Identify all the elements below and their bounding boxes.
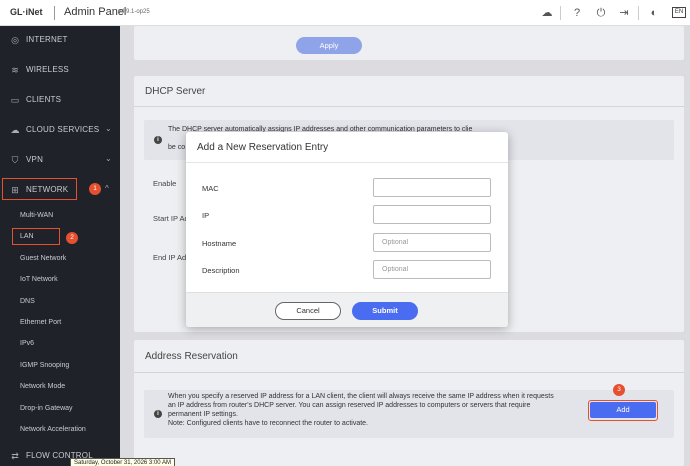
sidebar: ◎ INTERNET ≋ WIRELESS ▭ CLIENTS ☁ CLOUD …	[0, 26, 120, 466]
submit-button[interactable]: Submit	[352, 302, 418, 320]
wifi-icon: ≋	[11, 65, 19, 75]
sidebar-subitem-multi-wan[interactable]: Multi-WAN	[20, 212, 53, 219]
globe-icon: ◎	[11, 35, 19, 45]
add-reservation-button[interactable]: Add	[590, 402, 656, 418]
flow-control-icon: ⇄	[11, 451, 19, 461]
title-separator	[54, 6, 55, 20]
cloud-icon: ☁	[10, 125, 20, 135]
toolbar-separator	[560, 6, 561, 20]
sidebar-item-wireless[interactable]: ≋ WIRELESS	[0, 56, 120, 84]
description-label: Description	[202, 266, 240, 275]
step-badge-1: 1	[89, 183, 101, 195]
clock-tooltip: Saturday, October 31, 2026 3:00 AM	[70, 458, 175, 466]
info-icon: i	[154, 136, 162, 144]
sidebar-subitem-guest-network[interactable]: Guest Network	[20, 255, 66, 262]
enable-label: Enable	[153, 179, 177, 188]
reservation-info-line-4: Note: Configured clients have to reconne…	[168, 420, 369, 427]
mac-label: MAC	[202, 184, 219, 193]
logout-icon[interactable]: ⇥	[617, 6, 631, 20]
address-reservation-title: Address Reservation	[145, 351, 238, 362]
shield-icon: ⛉	[11, 155, 19, 165]
step-badge-2: 2	[66, 232, 78, 244]
modal-title: Add a New Reservation Entry	[197, 142, 329, 153]
end-ip-label: End IP Ad	[153, 253, 187, 262]
cancel-button[interactable]: Cancel	[275, 302, 341, 320]
theme-icon[interactable]: ◐	[647, 6, 661, 20]
sidebar-item-cloud-services[interactable]: ☁ CLOUD SERVICES ⌄	[0, 116, 120, 144]
description-input[interactable]	[373, 260, 491, 279]
modal-footer: Cancel Submit	[186, 292, 508, 327]
clients-icon: ▭	[10, 95, 20, 105]
previous-section-card: Apply	[134, 26, 684, 60]
sidebar-subitem-network-mode[interactable]: Network Mode	[20, 383, 65, 390]
step-badge-3: 3	[613, 384, 625, 396]
version-label: v4.9.1-op25	[118, 9, 150, 15]
chevron-down-icon: ⌄	[105, 124, 112, 133]
reservation-info-line-2: an IP address from router's DHCP server.…	[168, 402, 531, 409]
reservation-info-line-3: permanent IP settings.	[168, 411, 238, 418]
sidebar-item-vpn[interactable]: ⛉ VPN ⌄	[0, 146, 120, 174]
chevron-up-icon: ^	[105, 184, 109, 193]
power-icon[interactable]: ⏻	[594, 6, 608, 20]
sidebar-item-label: WIRELESS	[26, 65, 69, 74]
sidebar-subitem-drop-in-gateway[interactable]: Drop-in Gateway	[20, 405, 73, 412]
mac-input[interactable]	[373, 178, 491, 197]
sidebar-item-internet[interactable]: ◎ INTERNET	[0, 26, 120, 54]
hostname-input[interactable]	[373, 233, 491, 252]
help-icon[interactable]: ?	[570, 6, 584, 20]
start-ip-label: Start IP Ad	[153, 214, 189, 223]
dhcp-info-text-2: be co	[168, 144, 186, 151]
ip-input[interactable]	[373, 205, 491, 224]
sidebar-subitem-ipv6[interactable]: IPv6	[20, 340, 34, 347]
apply-button[interactable]: Apply	[296, 37, 362, 54]
modal-header-divider	[186, 162, 508, 163]
dhcp-server-title: DHCP Server	[145, 86, 206, 97]
sidebar-item-label: CLOUD SERVICES	[26, 125, 100, 134]
sidebar-subitem-ethernet-port[interactable]: Ethernet Port	[20, 319, 61, 326]
info-icon: i	[154, 410, 162, 418]
sidebar-item-label: VPN	[26, 155, 44, 164]
top-bar: GL·iNet Admin Panel v4.9.1-op25 ☁ ? ⏻ ⇥ …	[0, 0, 690, 26]
sidebar-subitem-igmp-snooping[interactable]: IGMP Snooping	[20, 362, 69, 369]
ip-label: IP	[202, 211, 210, 220]
hostname-label: Hostname	[202, 239, 237, 248]
sidebar-item-label: CLIENTS	[26, 95, 62, 104]
lan-highlight-box	[12, 228, 60, 245]
cloud-icon[interactable]: ☁	[540, 6, 554, 20]
sidebar-item-label: INTERNET	[26, 35, 68, 44]
network-highlight-box	[2, 178, 77, 200]
chevron-down-icon: ⌄	[105, 154, 112, 163]
add-reservation-modal: Add a New Reservation Entry MAC IP Hostn…	[186, 132, 508, 327]
sidebar-subitem-network-acceleration[interactable]: Network Acceleration	[20, 426, 86, 433]
sidebar-subitem-iot-network[interactable]: IoT Network	[20, 276, 58, 283]
sidebar-subitem-dns[interactable]: DNS	[20, 298, 35, 305]
toolbar-separator	[638, 6, 639, 20]
reservation-info-line-1: When you specify a reserved IP address f…	[168, 393, 554, 400]
card-divider	[134, 106, 684, 107]
language-selector[interactable]: EN	[672, 7, 686, 18]
card-divider	[134, 372, 684, 373]
brand-logo: GL·iNet	[10, 7, 43, 17]
sidebar-item-clients[interactable]: ▭ CLIENTS	[0, 86, 120, 114]
